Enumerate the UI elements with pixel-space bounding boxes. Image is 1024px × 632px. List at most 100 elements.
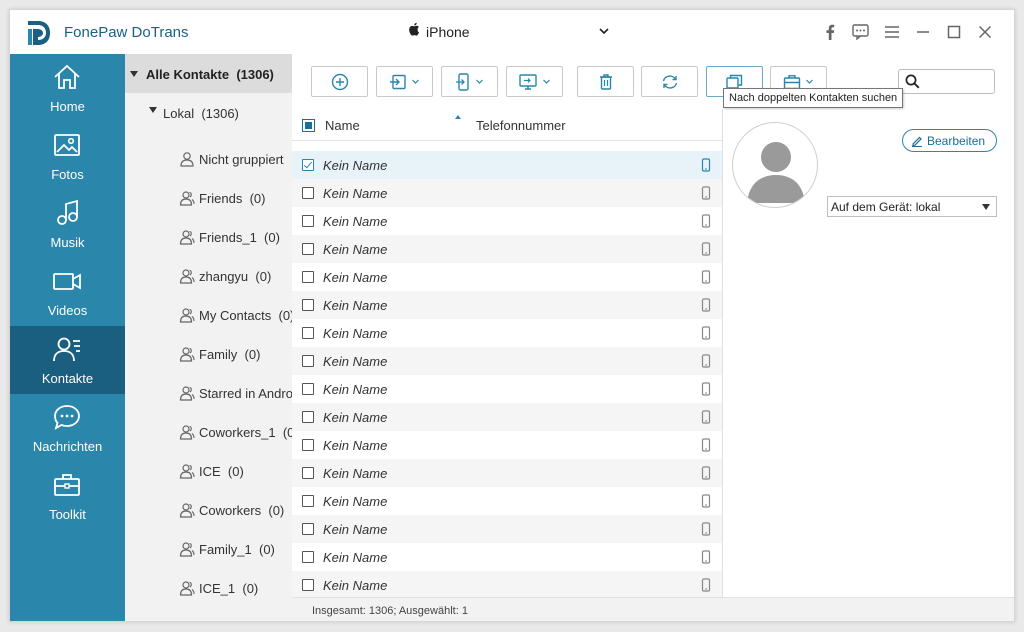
table-row[interactable]: Kein Name bbox=[292, 291, 722, 319]
group-item-count: (0) bbox=[278, 308, 292, 323]
search-input[interactable] bbox=[898, 69, 995, 94]
row-checkbox[interactable] bbox=[302, 159, 314, 171]
contact-details-panel: Bearbeiten Auf dem Gerät: lokal bbox=[723, 109, 1014, 597]
table-row[interactable]: Kein Name bbox=[292, 543, 722, 571]
sidebar-item-fotos[interactable]: Fotos bbox=[10, 122, 125, 190]
row-checkbox[interactable] bbox=[302, 271, 314, 283]
row-checkbox[interactable] bbox=[302, 383, 314, 395]
import-button[interactable] bbox=[376, 66, 433, 97]
sidebar-item-videos[interactable]: Videos bbox=[10, 258, 125, 326]
feedback-button[interactable] bbox=[845, 22, 876, 42]
status-bar: Insgesamt: 1306; Ausgewählt: 1 bbox=[292, 597, 1014, 621]
group-item-label: Nicht gruppiert bbox=[199, 152, 284, 167]
sidebar-item-label: Fotos bbox=[51, 167, 84, 182]
person-icon bbox=[180, 152, 194, 167]
menu-button[interactable] bbox=[876, 22, 907, 42]
column-header-name[interactable]: Name bbox=[325, 118, 360, 133]
storage-location-value: Auf dem Gerät: lokal bbox=[831, 200, 941, 214]
row-checkbox[interactable] bbox=[302, 495, 314, 507]
row-checkbox[interactable] bbox=[302, 327, 314, 339]
sidebar-item-toolkit[interactable]: Toolkit bbox=[10, 462, 125, 530]
table-row[interactable]: Kein Name bbox=[292, 403, 722, 431]
group-item-count: (0) bbox=[264, 230, 280, 245]
sidebar-item-nachrichten[interactable]: Nachrichten bbox=[10, 394, 125, 462]
group-lokal[interactable]: Lokal (1306) bbox=[125, 98, 292, 124]
row-checkbox[interactable] bbox=[302, 551, 314, 563]
device-phone-icon bbox=[701, 438, 711, 452]
device-selector[interactable]: iPhone bbox=[408, 21, 614, 43]
group-all-contacts[interactable]: Alle Kontakte (1306) bbox=[125, 54, 292, 93]
row-checkbox[interactable] bbox=[302, 467, 314, 479]
table-row[interactable]: Kein Name bbox=[292, 431, 722, 459]
column-header-phone[interactable]: Telefonnummer bbox=[476, 118, 566, 133]
row-checkbox[interactable] bbox=[302, 411, 314, 423]
contact-list: Name Telefonnummer Kein Name Kein Name K… bbox=[292, 109, 722, 597]
device-phone-icon bbox=[701, 466, 711, 480]
sort-ascending-icon bbox=[455, 115, 461, 119]
app-title: FonePaw DoTrans bbox=[64, 24, 189, 41]
table-row[interactable]: Kein Name bbox=[292, 347, 722, 375]
table-row[interactable]: Kein Name bbox=[292, 487, 722, 515]
contact-name: Kein Name bbox=[323, 158, 388, 173]
facebook-button[interactable] bbox=[814, 22, 845, 42]
group-lokal-label: Lokal bbox=[163, 106, 195, 121]
group-item-label: Coworkers bbox=[199, 503, 262, 518]
storage-location-select[interactable]: Auf dem Gerät: lokal bbox=[827, 196, 997, 217]
row-checkbox[interactable] bbox=[302, 439, 314, 451]
device-phone-icon bbox=[701, 550, 711, 564]
contact-name: Kein Name bbox=[323, 214, 388, 229]
sidebar-item-musik[interactable]: Musik bbox=[10, 190, 125, 258]
music-icon bbox=[57, 199, 78, 225]
table-row[interactable]: Kein Name bbox=[292, 319, 722, 347]
table-row[interactable]: Kein Name bbox=[292, 375, 722, 403]
group-icon bbox=[179, 230, 195, 245]
export-to-pc-button[interactable] bbox=[506, 66, 563, 97]
table-row[interactable]: Kein Name bbox=[292, 263, 722, 291]
table-row[interactable]: Kein Name bbox=[292, 235, 722, 263]
group-item-label: Family bbox=[199, 347, 238, 362]
edit-button[interactable]: Bearbeiten bbox=[902, 129, 997, 152]
table-row[interactable]: Kein Name bbox=[292, 207, 722, 235]
maximize-button[interactable] bbox=[938, 22, 969, 42]
contact-name: Kein Name bbox=[323, 550, 388, 565]
table-row[interactable]: Kein Name bbox=[292, 459, 722, 487]
table-row[interactable]: Kein Name bbox=[292, 571, 722, 597]
group-item-count: (0) bbox=[282, 425, 292, 440]
group-item-label: zhangyu bbox=[199, 269, 249, 284]
photo-icon bbox=[54, 134, 80, 156]
table-row[interactable]: Kein Name bbox=[292, 179, 722, 207]
row-checkbox[interactable] bbox=[302, 579, 314, 591]
minimize-button[interactable] bbox=[907, 22, 938, 42]
close-button[interactable] bbox=[969, 22, 1000, 42]
table-row[interactable]: Kein Name bbox=[292, 515, 722, 543]
group-item-label: Friends_1 bbox=[199, 230, 257, 245]
row-checkbox[interactable] bbox=[302, 243, 314, 255]
chevron-down-icon bbox=[543, 79, 550, 84]
row-checkbox[interactable] bbox=[302, 299, 314, 311]
row-checkbox[interactable] bbox=[302, 355, 314, 367]
refresh-button[interactable] bbox=[641, 66, 698, 97]
group-item-label: Family_1 bbox=[199, 542, 252, 557]
group-icon bbox=[179, 191, 195, 206]
add-contact-button[interactable] bbox=[311, 66, 368, 97]
video-icon bbox=[53, 273, 81, 290]
maximize-icon bbox=[947, 25, 960, 39]
group-all-count: (1306) bbox=[236, 67, 274, 82]
row-checkbox[interactable] bbox=[302, 523, 314, 535]
row-checkbox[interactable] bbox=[302, 215, 314, 227]
group-icon bbox=[179, 425, 195, 440]
sidebar-item-kontakte[interactable]: Kontakte bbox=[10, 326, 125, 394]
delete-button[interactable] bbox=[577, 66, 634, 97]
sidebar-item-home[interactable]: Home bbox=[10, 54, 125, 122]
group-item-count: (0) bbox=[268, 503, 285, 518]
app-window: FonePaw DoTrans iPhone Home Fotos Musik … bbox=[9, 9, 1015, 622]
device-phone-icon bbox=[701, 242, 711, 256]
table-row[interactable]: Kein Name bbox=[292, 151, 722, 179]
export-to-device-button[interactable] bbox=[441, 66, 498, 97]
contact-name: Kein Name bbox=[323, 270, 388, 285]
select-all-checkbox[interactable] bbox=[302, 119, 315, 132]
contacts-icon bbox=[53, 337, 80, 362]
row-checkbox[interactable] bbox=[302, 187, 314, 199]
group-item-label: Friends bbox=[199, 191, 243, 206]
app-logo-icon bbox=[28, 21, 50, 45]
